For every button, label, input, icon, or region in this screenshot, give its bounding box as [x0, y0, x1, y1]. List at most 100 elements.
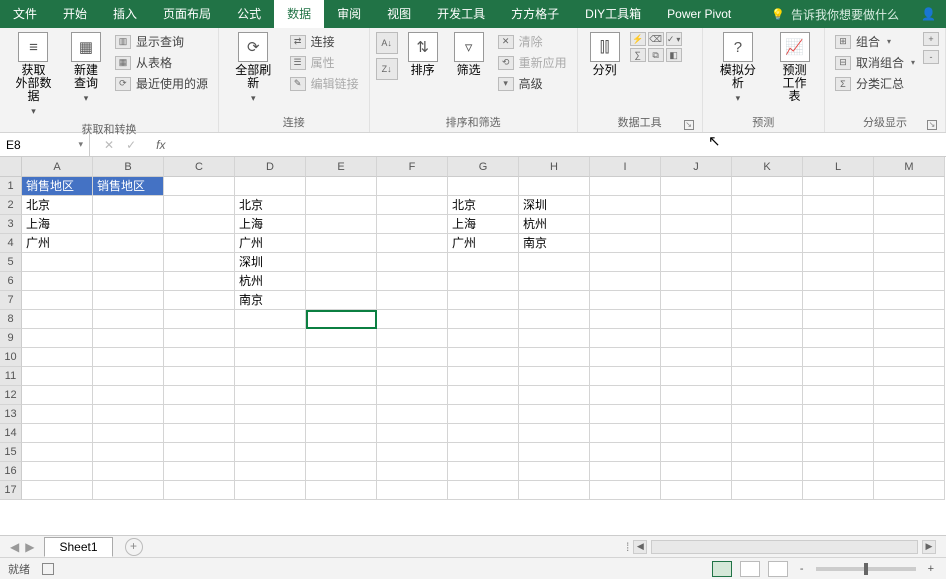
cell-D3[interactable]: 上海	[235, 215, 306, 234]
tab-nav-next-icon[interactable]: ▶	[25, 540, 34, 554]
cell-G8[interactable]	[448, 310, 519, 329]
cell-D4[interactable]: 广州	[235, 234, 306, 253]
cell-J14[interactable]	[661, 424, 732, 443]
refresh-all-button[interactable]: ⟳ 全部刷新 ▾	[225, 30, 282, 107]
cell-A15[interactable]	[22, 443, 93, 462]
cell-A8[interactable]	[22, 310, 93, 329]
cell-E6[interactable]	[306, 272, 377, 291]
cell-F12[interactable]	[377, 386, 448, 405]
cell-A16[interactable]	[22, 462, 93, 481]
cell-L12[interactable]	[803, 386, 874, 405]
cell-H1[interactable]	[519, 177, 590, 196]
cell-K14[interactable]	[732, 424, 803, 443]
cell-J17[interactable]	[661, 481, 732, 500]
cell-M6[interactable]	[874, 272, 945, 291]
text-to-columns-button[interactable]: ⫿⫿ 分列	[584, 30, 626, 79]
column-header[interactable]: D	[235, 157, 306, 177]
cell-J15[interactable]	[661, 443, 732, 462]
row-header[interactable]: 17	[0, 481, 22, 500]
tab-文件[interactable]: 文件	[0, 0, 50, 28]
cancel-icon[interactable]: ✕	[104, 138, 114, 152]
cell-F10[interactable]	[377, 348, 448, 367]
row-header[interactable]: 10	[0, 348, 22, 367]
cell-A2[interactable]: 北京	[22, 196, 93, 215]
cell-I8[interactable]	[590, 310, 661, 329]
cell-B12[interactable]	[93, 386, 164, 405]
cell-M1[interactable]	[874, 177, 945, 196]
column-header[interactable]: M	[874, 157, 945, 177]
cell-I7[interactable]	[590, 291, 661, 310]
show-queries-button[interactable]: ▥显示查询	[111, 32, 212, 51]
cell-D2[interactable]: 北京	[235, 196, 306, 215]
cell-I9[interactable]	[590, 329, 661, 348]
cell-G5[interactable]	[448, 253, 519, 272]
cell-A12[interactable]	[22, 386, 93, 405]
cell-G2[interactable]: 北京	[448, 196, 519, 215]
cell-J5[interactable]	[661, 253, 732, 272]
cell-K5[interactable]	[732, 253, 803, 272]
cell-M2[interactable]	[874, 196, 945, 215]
cell-H13[interactable]	[519, 405, 590, 424]
cell-B13[interactable]	[93, 405, 164, 424]
cell-D5[interactable]: 深圳	[235, 253, 306, 272]
cell-C14[interactable]	[164, 424, 235, 443]
cell-G16[interactable]	[448, 462, 519, 481]
row-header[interactable]: 16	[0, 462, 22, 481]
cell-H16[interactable]	[519, 462, 590, 481]
cell-M4[interactable]	[874, 234, 945, 253]
cell-B17[interactable]	[93, 481, 164, 500]
column-header[interactable]: F	[377, 157, 448, 177]
cell-K8[interactable]	[732, 310, 803, 329]
cell-H14[interactable]	[519, 424, 590, 443]
cell-H8[interactable]	[519, 310, 590, 329]
cell-M11[interactable]	[874, 367, 945, 386]
cell-K17[interactable]	[732, 481, 803, 500]
column-header[interactable]: A	[22, 157, 93, 177]
cell-L14[interactable]	[803, 424, 874, 443]
cell-B9[interactable]	[93, 329, 164, 348]
ungroup-button[interactable]: ⊟取消组合▾	[831, 53, 919, 72]
cell-B2[interactable]	[93, 196, 164, 215]
what-if-button[interactable]: ? 模拟分析 ▾	[709, 30, 767, 107]
cell-F1[interactable]	[377, 177, 448, 196]
cell-G1[interactable]	[448, 177, 519, 196]
cell-J11[interactable]	[661, 367, 732, 386]
cell-M17[interactable]	[874, 481, 945, 500]
cell-E13[interactable]	[306, 405, 377, 424]
zoom-in-button[interactable]: +	[924, 563, 938, 575]
cell-M10[interactable]	[874, 348, 945, 367]
tab-Power Pivot[interactable]: Power Pivot	[654, 0, 744, 28]
cell-A6[interactable]	[22, 272, 93, 291]
forecast-sheet-button[interactable]: 📈 预测 工作表	[771, 30, 818, 105]
cell-B16[interactable]	[93, 462, 164, 481]
cell-I11[interactable]	[590, 367, 661, 386]
cell-D16[interactable]	[235, 462, 306, 481]
dialog-launcher-icon[interactable]: ↘	[684, 120, 694, 130]
cell-L17[interactable]	[803, 481, 874, 500]
cell-E17[interactable]	[306, 481, 377, 500]
cell-K2[interactable]	[732, 196, 803, 215]
cell-B3[interactable]	[93, 215, 164, 234]
cell-C11[interactable]	[164, 367, 235, 386]
cell-E15[interactable]	[306, 443, 377, 462]
row-header[interactable]: 7	[0, 291, 22, 310]
cell-G4[interactable]: 广州	[448, 234, 519, 253]
cell-I17[interactable]	[590, 481, 661, 500]
cell-M9[interactable]	[874, 329, 945, 348]
cell-K6[interactable]	[732, 272, 803, 291]
consolidate-icon[interactable]: ∑	[630, 48, 646, 62]
cell-L16[interactable]	[803, 462, 874, 481]
remove-dup-icon[interactable]: ⌫	[648, 32, 664, 46]
cell-H7[interactable]	[519, 291, 590, 310]
cell-B11[interactable]	[93, 367, 164, 386]
cell-L4[interactable]	[803, 234, 874, 253]
row-header[interactable]: 9	[0, 329, 22, 348]
cell-F9[interactable]	[377, 329, 448, 348]
cell-L6[interactable]	[803, 272, 874, 291]
column-header[interactable]: L	[803, 157, 874, 177]
row-header[interactable]: 8	[0, 310, 22, 329]
tab-页面布局[interactable]: 页面布局	[150, 0, 224, 28]
cell-H15[interactable]	[519, 443, 590, 462]
show-detail-icon[interactable]: +	[923, 32, 939, 46]
cell-I12[interactable]	[590, 386, 661, 405]
